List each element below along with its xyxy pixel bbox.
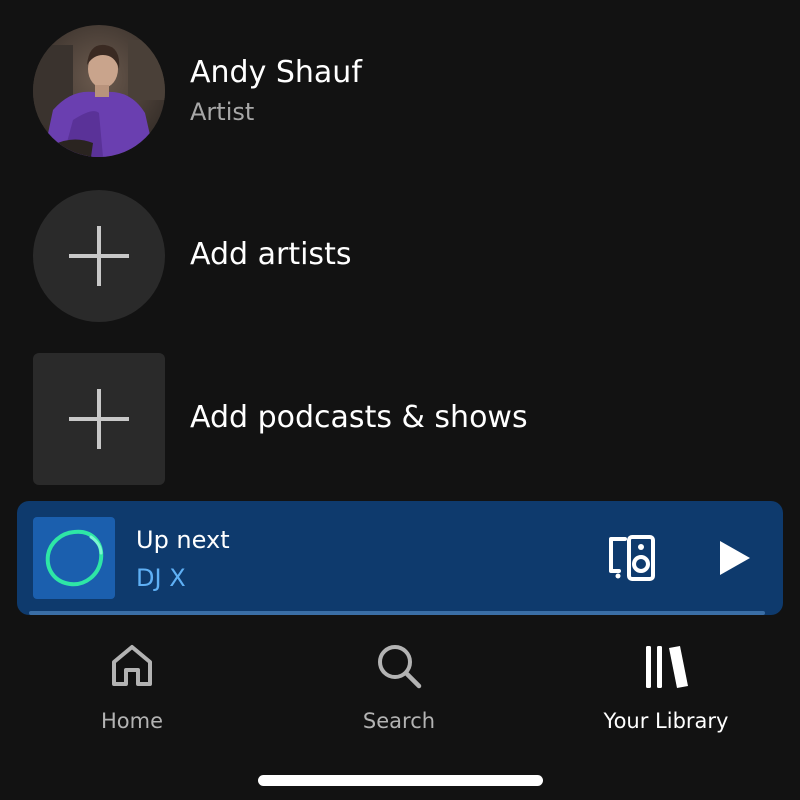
add-podcasts-tile [33,353,165,485]
player-subtitle: DJ X [136,564,186,592]
nav-home[interactable]: Home [32,640,232,740]
artist-avatar [33,25,165,157]
connect-device-icon [609,535,655,581]
artist-name: Andy Shauf [190,55,362,90]
plus-icon [69,389,129,449]
play-icon [720,541,750,575]
add-podcasts-item[interactable]: Add podcasts & shows [0,353,800,485]
player-title: Up next [136,526,230,554]
add-podcasts-label: Add podcasts & shows [190,400,528,435]
connect-device-button[interactable] [603,533,659,583]
library-icon [646,646,688,688]
library-item-andy-shauf[interactable]: Andy Shauf Artist [0,25,800,157]
dj-x-icon [45,529,104,587]
home-icon [112,645,152,686]
bottom-nav: Home Search Your Library [0,640,800,740]
artist-type-label: Artist [190,98,255,126]
nav-search[interactable]: Search [299,640,499,740]
playback-progress [29,611,765,615]
nav-your-library-label: Your Library [603,709,729,733]
nav-home-label: Home [100,709,163,733]
add-artists-item[interactable]: Add artists [0,190,800,322]
now-playing-art [33,517,115,599]
home-indicator[interactable] [258,775,543,786]
add-artists-tile [33,190,165,322]
search-icon [378,645,422,689]
play-button[interactable] [710,533,756,583]
nav-your-library[interactable]: Your Library [566,640,766,740]
plus-icon [69,226,129,286]
mini-player[interactable]: Up next DJ X [17,501,783,615]
add-artists-label: Add artists [190,237,352,272]
nav-search-label: Search [362,709,436,733]
